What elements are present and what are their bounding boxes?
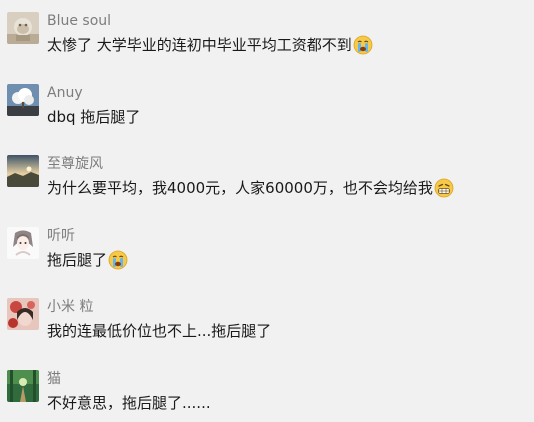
comment-text: dbq 拖后腿了 (47, 106, 140, 128)
comment-item: 小米 粒 我的连最低价位也不上...拖后腿了 (0, 298, 534, 358)
grimacing-face-icon (434, 178, 454, 198)
comment-item: 至尊旋风 为什么要平均，我4000元，人家60000万，也不会均给我 (0, 155, 534, 215)
avatar[interactable] (7, 227, 39, 259)
avatar[interactable] (7, 370, 39, 402)
commenter-name[interactable]: 猫 (47, 370, 61, 388)
comment-text-content: 拖后腿了 (47, 251, 108, 269)
avatar[interactable] (7, 84, 39, 116)
avatar[interactable] (7, 298, 39, 330)
comment-text-content: 太惨了 大学毕业的连初中毕业平均工资都不到 (47, 36, 352, 54)
avatar[interactable] (7, 12, 39, 44)
comment-item: 猫 不好意思，拖后腿了...... (0, 370, 534, 422)
comment-text-content: 为什么要平均，我4000元，人家60000万，也不会均给我 (47, 179, 433, 197)
comment-text: 拖后腿了 (47, 249, 128, 271)
comment-item: 听听 拖后腿了 (0, 227, 534, 287)
commenter-name[interactable]: 小米 粒 (47, 298, 93, 316)
flower-portrait-avatar-icon (7, 298, 39, 330)
cotton-tree-avatar-icon (7, 84, 39, 116)
crying-face-icon (353, 35, 373, 55)
forest-path-avatar-icon (7, 370, 39, 402)
comment-text: 不好意思，拖后腿了...... (47, 392, 211, 414)
commenter-name[interactable]: 听听 (47, 227, 75, 245)
comment-text-content: 不好意思，拖后腿了...... (47, 394, 211, 412)
anime-girl-avatar-icon (7, 227, 39, 259)
commenter-name[interactable]: 至尊旋风 (47, 155, 103, 173)
crying-face-icon (108, 250, 128, 270)
comment-item: Anuy dbq 拖后腿了 (0, 84, 534, 144)
comment-item: Blue soul 太惨了 大学毕业的连初中毕业平均工资都不到 (0, 12, 534, 72)
comment-text-content: dbq 拖后腿了 (47, 108, 141, 126)
sky-landscape-avatar-icon (7, 155, 39, 187)
commenter-name[interactable]: Anuy (47, 84, 83, 102)
commenter-name[interactable]: Blue soul (47, 12, 111, 30)
comment-text: 我的连最低价位也不上...拖后腿了 (47, 320, 271, 342)
stone-lion-avatar-icon (7, 12, 39, 44)
comment-text: 太惨了 大学毕业的连初中毕业平均工资都不到 (47, 34, 373, 56)
comment-text-content: 我的连最低价位也不上...拖后腿了 (47, 322, 272, 340)
comment-text: 为什么要平均，我4000元，人家60000万，也不会均给我 (47, 177, 454, 199)
avatar[interactable] (7, 155, 39, 187)
